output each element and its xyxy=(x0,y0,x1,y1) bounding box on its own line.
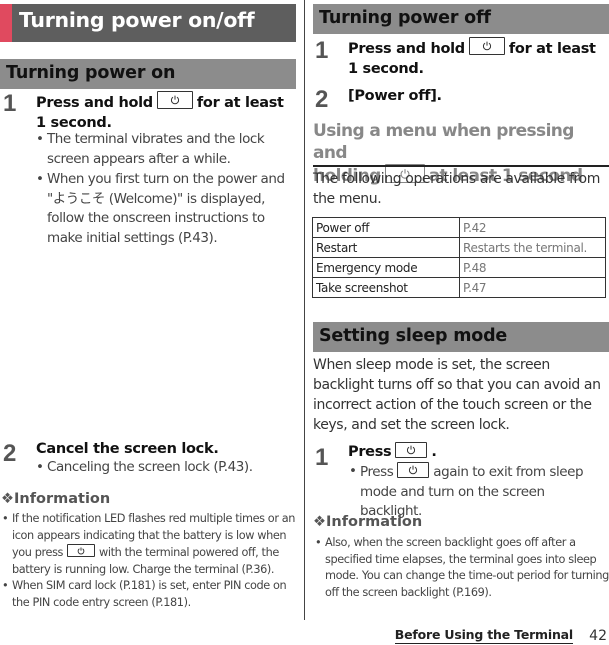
sleep-step-text: Press. xyxy=(348,442,437,460)
menu-options-table: Power off P.42 Restart Restarts the termin… xyxy=(312,217,606,298)
power-key-icon xyxy=(395,442,428,458)
column-divider xyxy=(304,0,305,620)
footer-section-link[interactable]: Before Using the Terminal xyxy=(394,627,573,644)
table-row: Emergency mode P.48 xyxy=(312,257,606,278)
power-key-icon xyxy=(468,37,505,55)
info-item: • Also, when the screen backlight goes of… xyxy=(315,536,609,599)
step-2-text: Cancel the screen lock. xyxy=(36,441,219,457)
step-1-text: Press and hold for at least 1 second. xyxy=(36,91,296,133)
section-title: Turning power on xyxy=(6,63,176,83)
step-1-text: Press and hold for at least 1 second. xyxy=(348,37,606,79)
bullet-item: • Canceling the screen lock (P.43). xyxy=(36,459,253,475)
info-item: • When SIM card lock (P.181) is set, ente… xyxy=(2,579,287,609)
bullet-item: • The terminal vibrates and the lock scre… xyxy=(36,131,265,167)
subheading-rule xyxy=(313,165,609,167)
menu-intro: The following operations are available f… xyxy=(313,171,600,207)
chapter-accent xyxy=(0,4,12,42)
section-header-power-off: Turning power off xyxy=(313,4,609,34)
bullet-item: • When you first turn on the power and "よ… xyxy=(36,171,285,247)
step-number: 1 xyxy=(315,444,329,471)
table-row: Power off P.42 xyxy=(312,217,606,238)
step-text-before: Press and hold xyxy=(36,95,153,111)
power-key-icon xyxy=(397,462,430,478)
table-row: Restart Restarts the terminal. xyxy=(312,237,606,258)
info-heading: ❖Information xyxy=(1,491,111,507)
power-key-icon xyxy=(156,91,193,109)
step-2-text: [Power off]. xyxy=(348,88,442,104)
section-header-sleep: Setting sleep mode xyxy=(313,322,609,352)
chapter-title: Turning power on/off xyxy=(19,8,255,32)
page-number: 42 xyxy=(589,628,607,644)
info-heading: ❖Information xyxy=(313,514,423,530)
step-number: 1 xyxy=(3,90,17,117)
power-key-icon xyxy=(67,544,96,558)
sleep-intro: When sleep mode is set, the screen backl… xyxy=(313,357,601,433)
section-title: Turning power off xyxy=(319,8,491,28)
section-header-power-on: Turning power on xyxy=(0,59,296,89)
section-title: Setting sleep mode xyxy=(319,326,508,346)
table-row: Take screenshot P.47 xyxy=(312,277,606,298)
chapter-title-bar: Turning power on/off xyxy=(0,4,296,42)
step-number: 2 xyxy=(315,86,329,113)
step-number: 2 xyxy=(3,440,17,467)
info-item: • If the notification LED flashes red mul… xyxy=(2,512,296,576)
step-number: 1 xyxy=(315,37,329,64)
